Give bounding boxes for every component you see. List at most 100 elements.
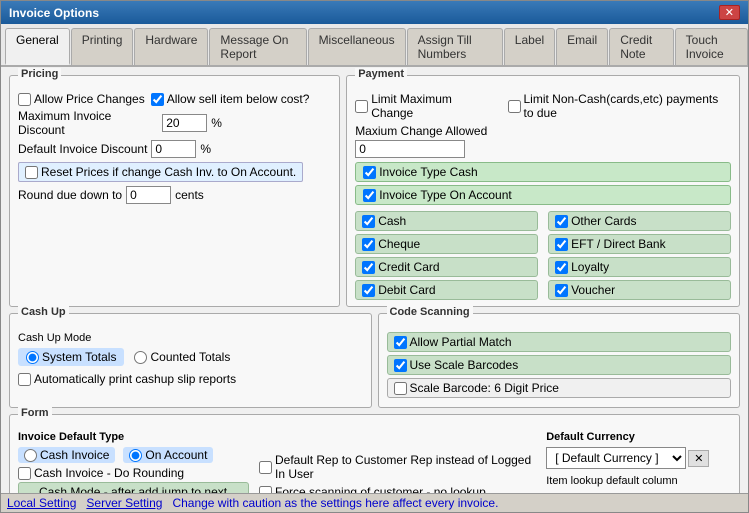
limit-noncash-checkbox[interactable] — [508, 100, 521, 113]
percent-symbol1: % — [211, 116, 331, 130]
limit-noncash-text: Limit Non-Cash(cards,etc) payments to du… — [524, 92, 732, 120]
force-scanning-checkbox[interactable] — [259, 486, 272, 494]
force-scanning-row: Force scanning of customer - no lookup — [259, 485, 536, 493]
use-scale-row: Use Scale Barcodes — [387, 355, 732, 375]
default-invoice-discount-input[interactable] — [151, 140, 196, 158]
allow-sell-below-label[interactable]: Allow sell item below cost? — [151, 92, 310, 106]
tab-printing[interactable]: Printing — [71, 28, 134, 65]
allow-sell-below-text: Allow sell item below cost? — [167, 92, 310, 106]
close-button[interactable]: ✕ — [719, 5, 740, 20]
limit-noncash-label[interactable]: Limit Non-Cash(cards,etc) payments to du… — [508, 92, 732, 120]
payment-voucher-checkbox[interactable] — [555, 284, 568, 297]
tab-hardware[interactable]: Hardware — [134, 28, 208, 65]
payment-other-cards: Other Cards — [548, 211, 731, 231]
payment-voucher-label: Voucher — [571, 283, 615, 297]
limit-max-change-label[interactable]: Limit Maximum Change — [355, 92, 483, 120]
local-setting-link[interactable]: Local Setting — [7, 496, 76, 510]
currency-clear-button[interactable]: ✕ — [688, 450, 709, 467]
cash-invoice-radio[interactable] — [24, 449, 37, 462]
on-account-radio[interactable] — [129, 449, 142, 462]
status-bar: Local Setting Server Setting Change with… — [1, 493, 748, 512]
reset-prices-row: Reset Prices if change Cash Inv. to On A… — [18, 162, 331, 182]
reset-prices-label[interactable]: Reset Prices if change Cash Inv. to On A… — [18, 162, 303, 182]
counted-totals-radio[interactable] — [134, 351, 147, 364]
allow-partial-checkbox[interactable] — [394, 336, 407, 349]
payment-other-cards-checkbox[interactable] — [555, 215, 568, 228]
tab-credit-note[interactable]: Credit Note — [609, 28, 673, 65]
payment-debit-card-label: Debit Card — [378, 283, 435, 297]
payment-other-cards-label: Other Cards — [571, 214, 636, 228]
force-scanning-label: Force scanning of customer - no lookup — [275, 485, 486, 493]
limit-max-change-checkbox[interactable] — [355, 100, 368, 113]
maxchange-allowed-label: Maxium Change Allowed — [355, 124, 487, 138]
cash-invoice-label: Cash Invoice — [40, 448, 109, 462]
system-totals-label: System Totals — [42, 350, 116, 364]
payment-loyalty-checkbox[interactable] — [555, 261, 568, 274]
tab-assign-till-numbers[interactable]: Assign Till Numbers — [407, 28, 503, 65]
allow-price-changes-text: Allow Price Changes — [34, 92, 145, 106]
payment-cheque-label: Cheque — [378, 237, 420, 251]
system-totals-option: System Totals — [18, 348, 124, 366]
system-totals-radio[interactable] — [26, 351, 39, 364]
maxchange-allowed-row: Maxium Change Allowed — [355, 124, 731, 158]
scale-barcode-label: Scale Barcode: 6 Digit Price — [410, 381, 559, 395]
round-due-input[interactable] — [126, 186, 171, 204]
limit-max-change-text: Limit Maximum Change — [371, 92, 483, 120]
tab-touch-invoice[interactable]: Touch Invoice — [675, 28, 748, 65]
pricing-title: Pricing — [18, 68, 61, 80]
payment-cheque-checkbox[interactable] — [362, 238, 375, 251]
tab-miscellaneous[interactable]: Miscellaneous — [308, 28, 406, 65]
cashup-title: Cash Up — [18, 306, 69, 318]
top-sections: Pricing Allow Price Changes Allow sell i… — [9, 75, 740, 307]
payment-eft: EFT / Direct Bank — [548, 234, 731, 254]
maxchange-allowed-input[interactable] — [355, 140, 465, 158]
payment-credit-card-checkbox[interactable] — [362, 261, 375, 274]
invoice-type-onaccount-row: Invoice Type On Account — [355, 185, 731, 205]
limit-max-change-row: Limit Maximum Change Limit Non-Cash(card… — [355, 92, 731, 120]
auto-print-checkbox[interactable] — [18, 373, 31, 386]
invoice-type-onaccount-label: Invoice Type On Account — [379, 188, 512, 202]
payment-eft-checkbox[interactable] — [555, 238, 568, 251]
payment-cash-label: Cash — [378, 214, 406, 228]
max-invoice-discount-input[interactable] — [162, 114, 207, 132]
default-rep-checkbox[interactable] — [259, 461, 272, 474]
default-currency-select[interactable]: [ Default Currency ] — [546, 447, 686, 469]
server-setting-link[interactable]: Server Setting — [86, 496, 162, 510]
scale-barcode-checkbox[interactable] — [394, 382, 407, 395]
on-account-label: On Account — [145, 448, 207, 462]
max-invoice-discount-row: Maximum Invoice Discount % — [18, 109, 331, 137]
cash-invoice-rounding-label: Cash Invoice - Do Rounding — [34, 466, 184, 480]
default-invoice-discount-label: Default Invoice Discount — [18, 142, 147, 156]
invoice-type-onaccount-checkbox[interactable] — [363, 189, 376, 202]
allow-partial-label: Allow Partial Match — [410, 335, 512, 349]
form-section: Form Invoice Default Type Cash Invoice O… — [9, 414, 740, 493]
cash-invoice-rounding-checkbox[interactable] — [18, 467, 31, 480]
allow-sell-below-checkbox[interactable] — [151, 93, 164, 106]
reset-prices-checkbox[interactable] — [25, 166, 38, 179]
cash-mode-label: Cash Mode - after add jump to next line — [39, 485, 244, 493]
tab-message-on-report[interactable]: Message On Report — [209, 28, 306, 65]
allow-price-changes-label[interactable]: Allow Price Changes — [18, 92, 145, 106]
payment-debit-card-checkbox[interactable] — [362, 284, 375, 297]
invoice-type-cash-checkbox[interactable] — [363, 166, 376, 179]
cents-label: cents — [175, 188, 204, 202]
use-scale-label: Use Scale Barcodes — [410, 358, 519, 372]
use-scale-checkbox[interactable] — [394, 359, 407, 372]
scanning-title: Code Scanning — [387, 306, 473, 318]
default-invoice-discount-row: Default Invoice Discount % — [18, 140, 331, 158]
counted-totals-label: Counted Totals — [150, 350, 230, 364]
pricing-checkboxes-row: Allow Price Changes Allow sell item belo… — [18, 92, 331, 106]
tab-label[interactable]: Label — [504, 28, 555, 65]
title-bar: Invoice Options ✕ — [1, 1, 748, 24]
payment-credit-card: Credit Card — [355, 257, 538, 277]
cash-invoice-rounding-row: Cash Invoice - Do Rounding — [18, 466, 249, 480]
item-lookup-label: Item lookup default column — [546, 475, 731, 487]
tab-email[interactable]: Email — [556, 28, 608, 65]
tabs-row: General Printing Hardware Message On Rep… — [1, 24, 748, 67]
payment-cash-checkbox[interactable] — [362, 215, 375, 228]
tab-general[interactable]: General — [5, 28, 70, 65]
counted-totals-option: Counted Totals — [134, 348, 230, 366]
cash-mode-checkbox[interactable] — [23, 493, 36, 494]
main-content: Pricing Allow Price Changes Allow sell i… — [1, 67, 748, 493]
allow-price-changes-checkbox[interactable] — [18, 93, 31, 106]
